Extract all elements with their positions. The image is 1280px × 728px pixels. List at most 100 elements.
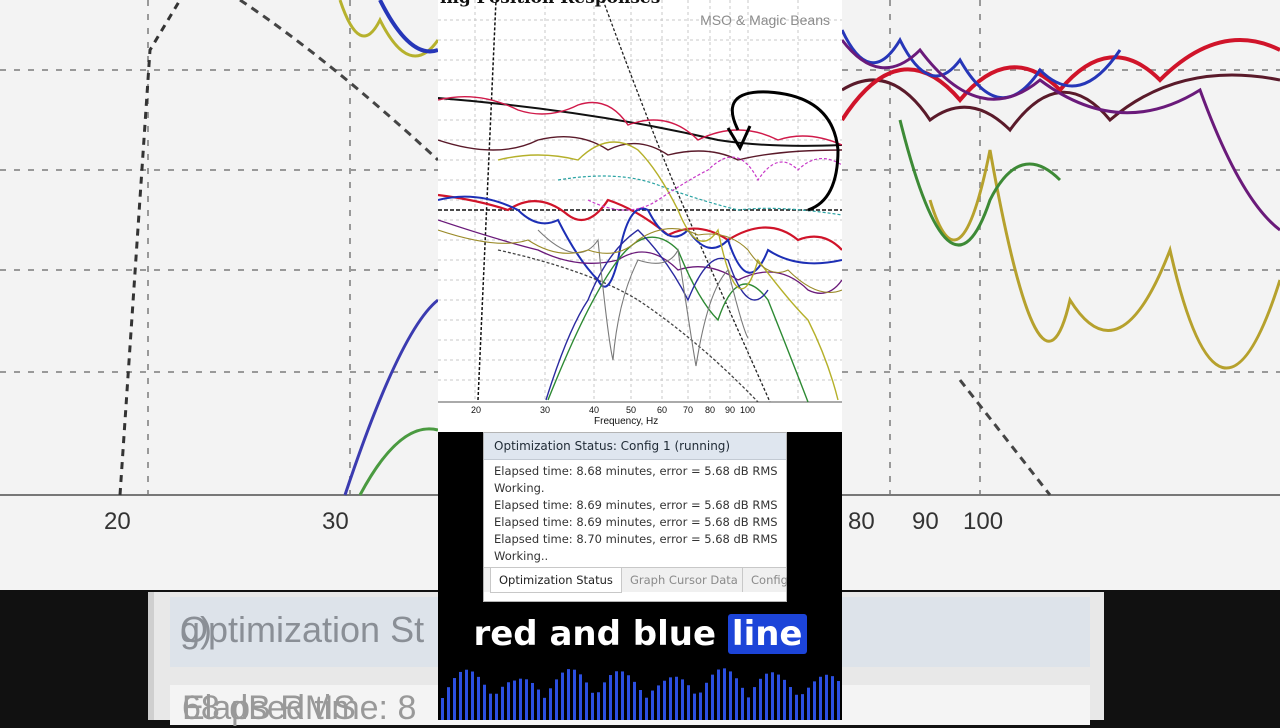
- waveform-bar: [609, 675, 612, 720]
- waveform-bar: [837, 681, 840, 720]
- waveform-bar: [561, 672, 564, 720]
- waveform-bar: [621, 671, 624, 720]
- waveform-bar: [801, 694, 804, 720]
- x-tick-label: 40: [589, 405, 600, 415]
- waveform-bar: [675, 676, 678, 720]
- waveform-bar: [513, 680, 516, 720]
- waveform-bar: [777, 674, 780, 720]
- waveform-bar: [765, 673, 768, 720]
- waveform-bar: [747, 697, 750, 720]
- log-line: Working..: [494, 549, 549, 563]
- tab-config[interactable]: Config: [742, 568, 796, 592]
- x-tick-label: 90: [725, 405, 736, 415]
- waveform-bar: [795, 694, 798, 720]
- x-tick-label: 100: [740, 405, 756, 415]
- waveform-bar: [543, 697, 546, 720]
- frequency-response-chart: ing Position Responses MSO & Magic Beans…: [438, 0, 842, 432]
- waveform-bar: [489, 693, 492, 720]
- caption-highlight-word: line: [727, 614, 807, 654]
- waveform-bar: [579, 674, 582, 720]
- waveform-bar: [693, 693, 696, 720]
- waveform-bar: [537, 689, 540, 720]
- waveform-bar: [645, 697, 648, 720]
- waveform-bar: [759, 678, 762, 720]
- waveform-bar: [585, 682, 588, 720]
- waveform-bar: [717, 669, 720, 720]
- waveform-bar: [705, 682, 708, 720]
- waveform-bar: [681, 679, 684, 720]
- waveform-bar: [825, 674, 828, 720]
- x-tick-label: 60: [657, 405, 668, 415]
- waveform-bar: [819, 676, 822, 720]
- caption-text: red and blue: [473, 614, 717, 654]
- waveform-bar: [657, 685, 660, 720]
- waveform-bar: [519, 678, 522, 720]
- waveform-bar: [597, 692, 600, 720]
- waveform-bar: [753, 687, 756, 720]
- waveform-bar: [459, 671, 462, 720]
- waveform-bar: [639, 690, 642, 720]
- waveform-bar: [669, 677, 672, 720]
- waveform-bar: [507, 682, 510, 720]
- waveform-bar: [831, 676, 834, 720]
- waveform-bar: [501, 686, 504, 720]
- waveform-bar: [525, 679, 528, 720]
- x-tick-label: 50: [626, 405, 637, 415]
- log-line: Working.: [494, 481, 545, 495]
- waveform-bar: [723, 668, 726, 720]
- optimization-status-panel: Optimization Status: Config 1 (running) …: [483, 432, 788, 602]
- video-caption: red and blue line: [438, 614, 842, 654]
- waveform-bar: [465, 669, 468, 720]
- waveform-bar: [813, 681, 816, 720]
- bg-tick: 80: [848, 508, 875, 535]
- log-line: Elapsed time: 8.69 minutes, error = 5.68…: [494, 498, 778, 512]
- waveform-bar: [663, 680, 666, 720]
- bg-tick: 90: [912, 508, 939, 535]
- waveform-bar: [729, 671, 732, 720]
- waveform-bar: [495, 693, 498, 720]
- x-tick-label: 80: [705, 405, 716, 415]
- waveform-bar: [651, 690, 654, 720]
- log-line: Elapsed time: 8.69 minutes, error = 5.68…: [494, 515, 778, 529]
- waveform-bar: [627, 675, 630, 720]
- waveform-bar: [615, 671, 618, 720]
- waveform-bar: [687, 685, 690, 720]
- x-tick-label: 30: [540, 405, 551, 415]
- waveform-bar: [699, 692, 702, 720]
- status-log[interactable]: Elapsed time: 8.68 minutes, error = 5.68…: [494, 463, 784, 565]
- status-header-text: Optimization Status: Config 1 (running): [494, 439, 731, 453]
- tab-graph-cursor-data[interactable]: Graph Cursor Data: [621, 568, 746, 592]
- bg-tick: 20: [104, 508, 131, 535]
- waveform-bar: [471, 671, 474, 720]
- waveform-bar: [567, 669, 570, 720]
- log-line: Elapsed time: 8.68 minutes, error = 5.68…: [494, 464, 778, 478]
- waveform-bar: [477, 676, 480, 720]
- waveform-bar: [453, 678, 456, 720]
- waveform-bar: [603, 682, 606, 720]
- waveform-bar: [711, 674, 714, 720]
- waveform-bar: [549, 688, 552, 720]
- status-header: Optimization Status: Config 1 (running): [484, 433, 786, 460]
- x-tick-label: 70: [683, 405, 694, 415]
- waveform-bar: [483, 684, 486, 720]
- waveform-bar: [447, 687, 450, 720]
- tab-optimization-status[interactable]: Optimization Status: [490, 568, 622, 593]
- waveform-bar: [573, 669, 576, 720]
- x-axis-label: Frequency, Hz: [594, 416, 659, 427]
- waveform-bar: [591, 692, 594, 720]
- chart-plot-area: [438, 0, 842, 403]
- bg-tick: 30: [322, 508, 349, 535]
- audio-waveform: [441, 668, 840, 720]
- waveform-bar: [633, 681, 636, 720]
- waveform-bar: [771, 672, 774, 720]
- waveform-bar: [555, 679, 558, 720]
- x-tick-label: 20: [471, 405, 482, 415]
- waveform-bar: [789, 687, 792, 720]
- log-line: Elapsed time: 8.70 minutes, error = 5.68…: [494, 532, 778, 546]
- video-center-column: ing Position Responses MSO & Magic Beans…: [438, 0, 842, 720]
- waveform-bar: [735, 678, 738, 720]
- chart-title: ing Position Responses: [440, 0, 660, 8]
- waveform-bar: [783, 679, 786, 720]
- chart-watermark: MSO & Magic Beans: [700, 12, 830, 28]
- status-tab-bar: Optimization Status Graph Cursor Data Co…: [484, 567, 788, 593]
